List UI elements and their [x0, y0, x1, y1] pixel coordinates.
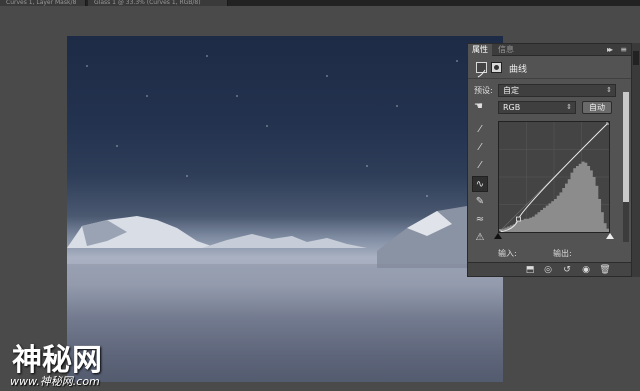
histogram-bar	[600, 212, 604, 232]
view-previous-icon[interactable]: ◎	[541, 264, 555, 276]
histogram-bar	[565, 183, 569, 232]
watermark-url: www.神秘网.com	[10, 375, 100, 388]
curves-adjustment-icon[interactable]	[476, 62, 487, 78]
histogram-bar	[578, 163, 582, 232]
channel-select[interactable]: RGB ⇕	[498, 101, 576, 114]
channel-value: RGB	[503, 103, 521, 112]
histogram-bar	[576, 166, 580, 232]
histogram-bar	[526, 218, 530, 232]
panel-footer: ⬒ ◎ ↺ ◉ 🗑	[468, 262, 631, 276]
preset-label: 预设:	[474, 86, 493, 95]
eyedropper-gray-icon[interactable]: ⁄	[472, 140, 488, 156]
histogram-bar	[595, 185, 599, 232]
output-label: 输出:	[553, 249, 572, 258]
histogram-bar	[537, 212, 541, 232]
curve-point-tool-icon[interactable]: ∿	[472, 176, 488, 192]
collapse-icon[interactable]: ▸▸	[607, 44, 613, 56]
white-point-slider[interactable]	[606, 233, 614, 239]
mountain-middle	[202, 234, 367, 248]
curve-point[interactable]	[606, 122, 609, 125]
panel-tab-bar: 属性 信息 ▸▸ ≡	[468, 44, 631, 56]
clip-to-layer-icon[interactable]: ⬒	[523, 264, 537, 276]
histogram-bar	[532, 216, 536, 232]
layer-mask-icon[interactable]	[491, 62, 502, 73]
mountain-landscape	[67, 201, 503, 382]
adjustment-title: 曲线	[509, 65, 528, 75]
input-sliders	[494, 233, 614, 239]
histogram-bar	[589, 170, 593, 232]
histogram-bar	[523, 218, 527, 232]
properties-panel: 属性 信息 ▸▸ ≡ 曲线 预设: 自定 ⇕ ☚ RGB ⇕ 自动 ⁄ ⁄ ⁄ …	[467, 43, 632, 277]
histogram-bar	[551, 201, 555, 232]
curve-plot	[499, 122, 609, 232]
chevron-updown-icon: ⇕	[566, 103, 572, 111]
pencil-icon[interactable]: ✎	[472, 194, 488, 210]
reset-icon[interactable]: ↺	[560, 264, 574, 276]
histogram-bar	[603, 223, 607, 232]
channel-row: ☚ RGB ⇕ 自动	[468, 101, 631, 115]
panel-menu-icon[interactable]: ≡	[620, 44, 627, 56]
histogram-bar	[534, 214, 538, 232]
preset-value: 自定	[503, 86, 519, 95]
histogram-bar	[559, 192, 563, 232]
histogram-bar	[545, 205, 549, 232]
visibility-icon[interactable]: ◉	[579, 264, 593, 276]
chevron-updown-icon: ⇕	[606, 86, 612, 94]
auto-button[interactable]: 自动	[582, 101, 612, 114]
curve-point[interactable]	[499, 229, 502, 232]
histogram-bar	[570, 172, 574, 232]
smooth-icon[interactable]: ≈	[472, 212, 488, 228]
histogram-bar	[540, 210, 544, 232]
input-label: 输入:	[498, 249, 517, 258]
histogram-bar	[562, 188, 566, 232]
histogram-bar	[518, 221, 522, 232]
histogram-bar	[543, 207, 547, 232]
preset-row: 预设: 自定 ⇕	[468, 84, 631, 98]
histogram-bar	[587, 166, 591, 232]
histogram-bar	[554, 199, 558, 232]
histogram-bar	[581, 161, 585, 232]
hand-adjust-icon[interactable]: ☚	[474, 101, 483, 112]
canvas-image[interactable]	[67, 36, 503, 382]
curve-tools: ⁄ ⁄ ⁄ ∿ ✎ ≈ ⚠	[472, 122, 490, 248]
trash-icon[interactable]: 🗑	[598, 264, 612, 276]
panel-scrollbar[interactable]	[623, 92, 629, 242]
histogram-bar	[606, 228, 609, 232]
right-dock-strip	[632, 43, 640, 277]
eyedropper-black-icon[interactable]: ⁄	[472, 122, 488, 138]
eyedropper-white-icon[interactable]: ⁄	[472, 158, 488, 174]
dock-button[interactable]	[633, 51, 639, 65]
histogram-bar	[592, 177, 596, 232]
curves-graph[interactable]	[498, 121, 610, 233]
histogram-bar	[556, 195, 560, 232]
adjustment-header: 曲线	[468, 57, 631, 79]
histogram-bar	[573, 168, 577, 232]
tab-properties[interactable]: 属性	[468, 44, 492, 56]
histogram-bar	[584, 162, 588, 232]
histogram-bar	[567, 179, 571, 232]
histogram-bar	[598, 199, 602, 232]
clipping-warning-icon[interactable]: ⚠	[472, 230, 488, 246]
histogram-bar	[548, 203, 552, 232]
black-point-slider[interactable]	[494, 233, 502, 239]
snow-plain	[67, 264, 503, 382]
preset-select[interactable]: 自定 ⇕	[498, 84, 616, 97]
histogram-bar	[529, 217, 533, 232]
histogram-bar	[521, 219, 525, 232]
curve-point[interactable]	[516, 216, 521, 222]
scrollbar-thumb[interactable]	[623, 92, 629, 202]
tab-info[interactable]: 信息	[494, 44, 518, 56]
